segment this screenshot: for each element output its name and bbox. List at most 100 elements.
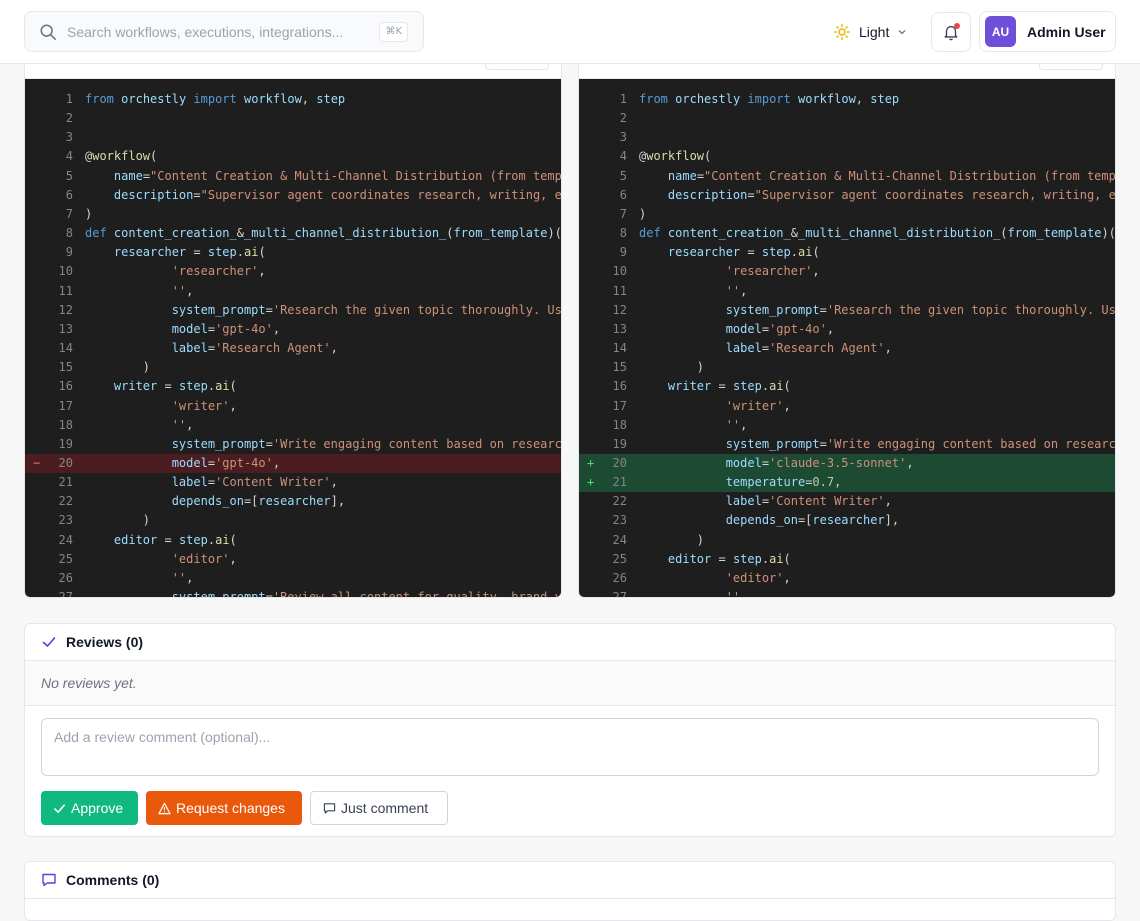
user-menu[interactable]: AU Admin User [979,11,1116,52]
diff-line: 3 [25,128,561,147]
line-number: 17 [612,398,627,413]
code-text: ) [639,206,647,221]
search-shortcut-badge: ⌘K [379,22,408,42]
diff-line: 15 ) [579,358,1115,377]
diff-line: 4 @workflow( [25,147,561,166]
diff-line: 24 ) [579,531,1115,550]
code-text: 'editor', [725,570,791,585]
line-number: 4 [65,149,73,164]
line-number: 11 [612,283,627,298]
diff-line: 27 system_prompt='Review all content for… [25,588,561,597]
diff-line: 3 [579,128,1115,147]
line-number: 19 [612,436,627,451]
code-text: writer = step.ai( [113,379,237,394]
line-number: 5 [619,168,627,183]
code-text: label='Research Agent', [171,341,338,356]
line-number: 22 [612,494,627,509]
line-number: 10 [612,264,627,279]
reviews-section: Reviews (0) No reviews yet. Add a review… [24,623,1116,837]
line-number: 8 [619,226,627,241]
code-text: depends_on=[researcher], [725,513,900,528]
code-text: '', [725,283,748,298]
diff-line: 4 @workflow( [579,147,1115,166]
line-number: 7 [619,206,627,221]
code-text: 'writer', [725,398,791,413]
diff-line: 18 '', [25,416,561,435]
diff-panel-old: 1 from orchestly import workflow, step 2 3 4… [24,40,562,598]
request-changes-button[interactable]: Request changes [146,791,302,825]
code-text: 'editor', [171,551,237,566]
line-number: 2 [65,111,73,126]
line-number: 2 [619,111,627,126]
approve-button[interactable]: Approve [41,791,138,825]
code-text: 'writer', [171,398,237,413]
line-number: 1 [65,92,73,106]
diff-line: 22 depends_on=[researcher], [25,492,561,511]
diff-line-removed: −20 model='gpt-4o', [25,453,561,474]
review-comment-input[interactable]: Add a review comment (optional)... [41,718,1099,776]
line-number: 1 [619,92,627,106]
code-text: editor = step.ai( [113,532,237,547]
diff-line: 25 editor = step.ai( [579,550,1115,569]
code-text: system_prompt='Write engaging content ba… [725,436,1115,451]
code-text: '', [171,283,194,298]
code-text: name="Content Creation & Multi-Channel D… [667,168,1115,183]
diff-line: 6 description="Supervisor agent coordina… [579,186,1115,205]
just-comment-label: Just comment [341,800,429,816]
line-number: 3 [619,130,627,145]
comment-icon [42,873,56,887]
diff-line: 17 'writer', [25,397,561,416]
code-text: '', [171,417,194,432]
line-number: 13 [612,321,627,336]
diff-line: 18 '', [579,416,1115,435]
comments-title: Comments (0) [66,872,160,888]
search-input[interactable]: Search workflows, executions, integratio… [67,24,423,40]
diff-line: 25 'editor', [25,550,561,569]
code-text: @workflow( [639,149,712,164]
line-number: 26 [612,570,627,585]
code-text: system_prompt='Research the given topic … [171,302,561,317]
line-number: 25 [612,551,627,566]
line-number: 18 [612,417,627,432]
code-text: system_prompt='Research the given topic … [725,302,1115,317]
diff-line: 22 label='Content Writer', [579,492,1115,511]
diff-line: 9 researcher = step.ai( [25,243,561,262]
reviews-title: Reviews (0) [66,634,144,650]
diff-line: 14 label='Research Agent', [579,339,1115,358]
chevron-down-icon [898,30,906,35]
sun-icon [834,24,850,40]
line-number: 20 [612,455,627,470]
notifications-button[interactable] [931,12,971,52]
warning-icon [158,802,171,814]
diff-line: 27 '', [579,588,1115,597]
diff-panel-new: 1 from orchestly import workflow, step 2 3 4… [578,40,1116,598]
code-text: researcher = step.ai( [113,245,266,260]
line-number: 12 [58,302,73,317]
theme-toggle[interactable]: Light [834,20,907,44]
notification-dot [954,23,960,29]
just-comment-button[interactable]: Just comment [310,791,448,825]
line-number: 9 [619,245,627,260]
code-text: '', [171,570,194,585]
diff-line-added: +20 model='claude-3.5-sonnet', [579,453,1115,474]
line-number: 12 [612,302,627,317]
code-text: from orchestly import workflow, step [639,92,900,106]
diff-line: 12 system_prompt='Research the given top… [25,301,561,320]
comments-header: Comments (0) [25,862,1115,899]
line-number: 10 [58,264,73,279]
code-text: '', [725,417,748,432]
diff-line: 15 ) [25,358,561,377]
code-text: ) [639,532,705,547]
diff-line: 5 name="Content Creation & Multi-Channel… [579,167,1115,186]
diff-line: 1 from orchestly import workflow, step [579,90,1115,109]
request-changes-label: Request changes [176,800,285,816]
line-number: 15 [612,360,627,375]
theme-label: Light [859,24,890,40]
diff-line: 17 'writer', [579,397,1115,416]
avatar: AU [985,16,1016,47]
code-text: '', [639,588,748,597]
search-box[interactable]: Search workflows, executions, integratio… [24,11,424,52]
diff-line: 24 editor = step.ai( [25,531,561,550]
code-text: system_prompt='Review all content for qu… [85,588,561,597]
diff-line: 19 system_prompt='Write engaging content… [25,435,561,454]
